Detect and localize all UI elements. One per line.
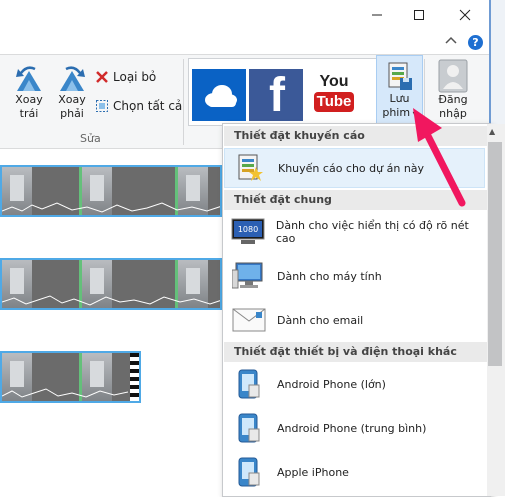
rotate-left-icon — [16, 66, 41, 91]
share-gallery: f You Tube — [188, 58, 378, 126]
menu-item-label: Dành cho email — [277, 313, 364, 327]
menu-scroll-thumb[interactable] — [488, 142, 502, 366]
youtube-tube-text: Tube — [313, 92, 355, 112]
save-movie-label-2: phim ▾ — [382, 106, 416, 121]
ribbon-tab-row — [0, 30, 489, 54]
timeline-clip[interactable] — [0, 351, 141, 403]
youtube-you-text: You — [319, 73, 349, 90]
dropdown-caret-icon: ▾ — [410, 109, 417, 118]
maximize-icon — [414, 10, 424, 20]
menu-item-label: Android Phone (lớn) — [277, 377, 386, 391]
select-all-icon — [96, 100, 108, 112]
menu-item-email[interactable]: Dành cho email — [224, 300, 485, 340]
timeline-clip[interactable] — [0, 165, 222, 217]
menu-item-label: Khuyến cáo cho dự án này — [278, 161, 425, 175]
rotate-right-label-2: phải — [60, 107, 84, 120]
audio-waveform — [2, 388, 129, 398]
user-avatar-icon — [438, 59, 468, 93]
maximize-button[interactable] — [396, 0, 442, 30]
close-icon — [459, 9, 471, 21]
menu-item-label: Dành cho việc hiển thị có độ rõ nét cao — [275, 219, 469, 245]
ribbon-separator — [183, 59, 184, 145]
save-movie-label-2-text: phim — [382, 106, 411, 119]
menu-item-label: Apple iPhone — [277, 465, 349, 479]
menu-item-computer[interactable]: Dành cho máy tính — [224, 256, 485, 296]
save-movie-label-1: Lưu — [389, 92, 410, 105]
menu-item-android-large[interactable]: Android Phone (lớn) — [224, 364, 485, 404]
select-all-button[interactable]: Chọn tất cả — [95, 99, 182, 113]
onedrive-tile[interactable] — [192, 69, 246, 121]
rotate-left-label-1: Xoay — [15, 93, 43, 106]
menu-item-android-medium[interactable]: Android Phone (trung bình) — [224, 408, 485, 448]
menu-item-iphone[interactable]: Apple iPhone — [224, 452, 485, 492]
title-bar — [0, 0, 490, 30]
edit-group-label: Sửa — [80, 132, 101, 145]
menu-section-devices: Thiết đặt thiết bị và điện thoại khác — [224, 342, 487, 362]
email-icon — [231, 305, 267, 335]
rotate-left-label-2: trái — [19, 107, 39, 120]
save-movie-button[interactable]: Lưu phim ▾ — [376, 55, 423, 133]
audio-waveform — [2, 295, 220, 306]
hd-display-icon: 1080 — [231, 217, 266, 247]
youtube-icon: You Tube — [307, 73, 361, 112]
minimize-icon — [372, 14, 382, 16]
menu-item-recommended[interactable]: Khuyến cáo cho dự án này — [224, 148, 485, 188]
sign-in-button[interactable]: Đăng nhập — [428, 59, 478, 121]
menu-item-hd-display[interactable]: 1080 Dành cho việc hiển thị có độ rõ nét… — [224, 212, 485, 252]
select-all-label: Chọn tất cả — [113, 99, 183, 113]
phone-icon — [231, 457, 267, 487]
menu-item-label: Dành cho máy tính — [277, 269, 382, 283]
recommended-settings-icon — [232, 153, 268, 183]
rotate-right-button[interactable]: Xoay phải — [52, 63, 92, 121]
help-icon[interactable]: ? — [468, 35, 483, 50]
computer-icon — [231, 261, 267, 291]
audio-waveform — [2, 202, 220, 213]
save-movie-menu: Thiết đặt khuyến cáo Khuyến cáo cho dự á… — [222, 123, 505, 497]
sign-in-label-1: Đăng — [438, 93, 468, 106]
remove-button[interactable]: Loại bỏ — [95, 70, 156, 84]
save-movie-icon — [388, 62, 412, 90]
facebook-tile[interactable]: f — [249, 69, 303, 121]
menu-section-general: Thiết đặt chung — [224, 190, 487, 210]
scroll-up-icon[interactable]: ▲ — [489, 127, 495, 136]
facebook-icon: f — [269, 69, 285, 122]
phone-icon — [231, 413, 267, 443]
phone-icon — [231, 369, 267, 399]
close-button[interactable] — [442, 0, 488, 30]
menu-section-recommended: Thiết đặt khuyến cáo — [224, 126, 487, 146]
menu-item-label: Android Phone (trung bình) — [277, 421, 427, 435]
rotate-left-button[interactable]: Xoay trái — [8, 63, 50, 121]
remove-icon — [96, 71, 108, 83]
remove-label: Loại bỏ — [113, 70, 157, 84]
rotate-right-icon — [60, 66, 85, 91]
collapse-ribbon-icon[interactable] — [444, 35, 458, 47]
youtube-tile[interactable]: You Tube — [307, 69, 361, 121]
sign-in-label-2: nhập — [439, 107, 467, 120]
rotate-right-label-1: Xoay — [58, 93, 86, 106]
timeline-clip[interactable] — [0, 258, 222, 310]
hd-badge: 1080 — [238, 225, 258, 234]
minimize-button[interactable] — [354, 0, 400, 30]
onedrive-icon — [205, 85, 237, 107]
